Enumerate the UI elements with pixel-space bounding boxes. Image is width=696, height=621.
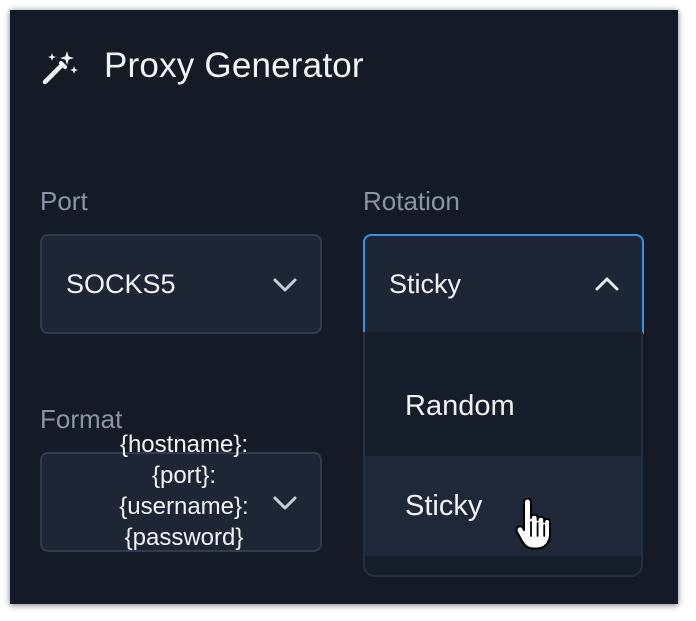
rotation-select[interactable]: Sticky (363, 234, 644, 334)
format-line-password: {password} (124, 524, 244, 551)
format-line-username: {username}: (119, 493, 249, 520)
rotation-select-value: Sticky (389, 269, 462, 299)
magic-wand-icon (42, 51, 78, 85)
port-select-value: SOCKS5 (66, 269, 176, 299)
format-select-value: {hostname}: {port}: {username}: {passwor… (84, 429, 284, 553)
rotation-dropdown-menu: Random Sticky (363, 332, 643, 577)
rotation-option-sticky[interactable]: Sticky (365, 456, 641, 556)
format-line-port: {port}: (151, 462, 217, 489)
proxy-generator-panel: Proxy Generator Port SOCKS5 Rotation Sti… (10, 10, 678, 604)
port-label: Port (40, 186, 88, 216)
chevron-down-icon (273, 278, 297, 292)
chevron-up-icon (595, 277, 619, 291)
hand-pointer-icon (515, 498, 551, 550)
rotation-option-random[interactable]: Random (365, 356, 641, 456)
page-title: Proxy Generator (104, 46, 364, 85)
port-select[interactable]: SOCKS5 (40, 234, 322, 334)
format-select[interactable]: {hostname}: {port}: {username}: {passwor… (40, 431, 322, 552)
rotation-label: Rotation (363, 186, 460, 216)
chevron-down-icon (273, 496, 297, 510)
header: Proxy Generator (40, 46, 364, 86)
format-line-hostname: {hostname}: (119, 431, 249, 458)
